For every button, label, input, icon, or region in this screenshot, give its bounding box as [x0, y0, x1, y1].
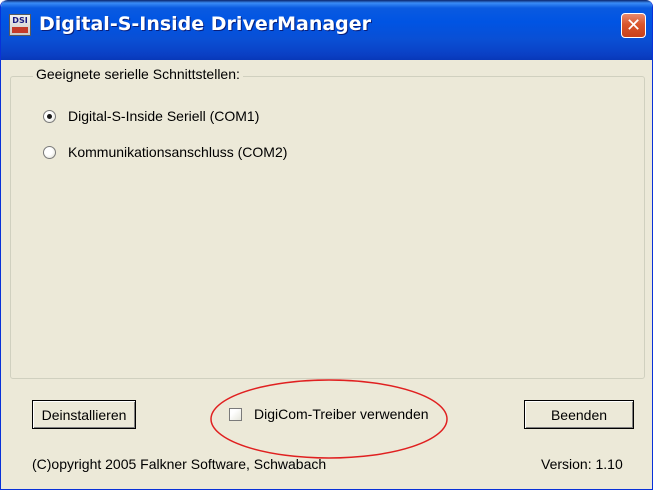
radio-icon[interactable] [43, 145, 56, 159]
close-button[interactable]: ✕ [621, 13, 646, 38]
app-icon: DSI [9, 14, 31, 36]
checkbox-icon[interactable] [229, 407, 242, 421]
version-text: Version: 1.10 [541, 456, 623, 472]
title-bar[interactable]: DSI Digital-S-Inside DriverManager ✕ [1, 0, 652, 60]
app-icon-label: DSI [12, 16, 28, 25]
exit-button[interactable]: Beenden [524, 400, 634, 429]
driver-manager-window: DSI Digital-S-Inside DriverManager ✕ Gee… [0, 0, 653, 490]
radio-icon[interactable] [43, 109, 56, 123]
digicom-driver-option[interactable]: DigiCom-Treiber verwenden [229, 404, 429, 424]
port-option-com1[interactable]: Digital-S-Inside Seriell (COM1) [43, 106, 259, 126]
window-title: Digital-S-Inside DriverManager [39, 13, 372, 35]
port-option-label: Kommunikationsanschluss (COM2) [68, 144, 288, 160]
app-icon-bar [12, 27, 28, 33]
digicom-driver-label: DigiCom-Treiber verwenden [254, 406, 429, 422]
port-option-com2[interactable]: Kommunikationsanschluss (COM2) [43, 142, 287, 162]
copyright-text: (C)opyright 2005 Falkner Software, Schwa… [32, 456, 327, 472]
close-icon: ✕ [625, 15, 642, 36]
uninstall-button[interactable]: Deinstallieren [32, 400, 136, 429]
port-option-label: Digital-S-Inside Seriell (COM1) [68, 108, 260, 124]
serial-ports-legend: Geeignete serielle Schnittstellen: [33, 66, 243, 82]
